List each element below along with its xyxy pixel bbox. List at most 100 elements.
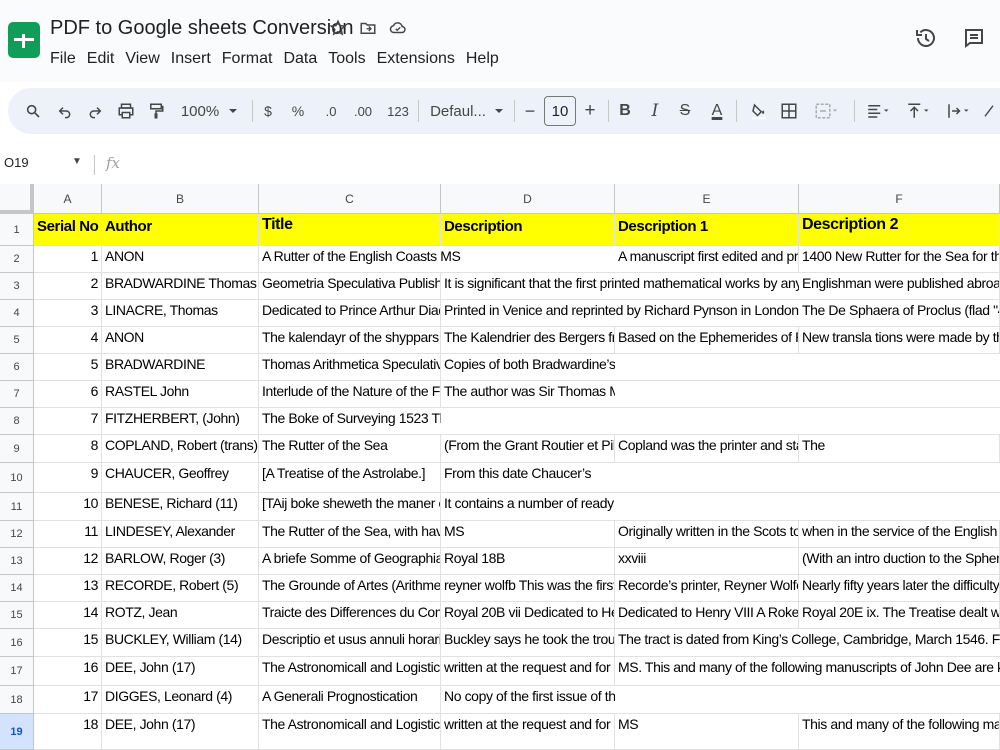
column-header-a[interactable]: A	[34, 184, 102, 214]
cell-b12[interactable]: LINDESEY, Alexander	[102, 521, 259, 548]
cell-d16[interactable]: Buckley says he took the troul	[441, 629, 615, 657]
cell-b11[interactable]: BENESE, Richard (11)	[102, 493, 259, 521]
spreadsheet-grid[interactable]: ABCDEF 1 Serial No Author Title Description D…	[0, 184, 1000, 750]
history-icon[interactable]	[912, 24, 940, 52]
cell-f5[interactable]: New transla tions were made by th	[799, 327, 1000, 354]
italic-button[interactable]: I	[646, 88, 664, 134]
row-header[interactable]: 15	[0, 602, 34, 629]
cell-e7[interactable]	[615, 381, 1000, 408]
cell-b19[interactable]: DEE, John (17)	[102, 714, 259, 750]
cell-a1[interactable]: Serial No	[34, 214, 102, 246]
cell-b15[interactable]: ROTZ, Jean	[102, 602, 259, 629]
cell-c6[interactable]: Thomas Arithmetica Speculativ	[259, 354, 441, 381]
star-icon[interactable]	[326, 16, 350, 40]
select-all-corner[interactable]	[0, 184, 34, 214]
name-box-dropdown-icon[interactable]: ▼	[72, 156, 82, 167]
decrease-font-size-button[interactable]: −	[520, 88, 540, 134]
cell-a8[interactable]: 7	[34, 408, 102, 435]
menu-edit[interactable]: Edit	[87, 50, 122, 68]
fill-color-icon[interactable]	[748, 88, 770, 134]
menu-view[interactable]: View	[125, 50, 166, 68]
menu-data[interactable]: Data	[283, 50, 324, 68]
column-header-f[interactable]: F	[799, 184, 1000, 214]
cell-f1[interactable]: Description 2	[799, 214, 1000, 246]
cell-a14[interactable]: 13	[34, 575, 102, 602]
zoom-dropdown-icon[interactable]	[226, 88, 240, 134]
cell-a6[interactable]: 5	[34, 354, 102, 381]
cell-d5[interactable]: The Kalendrier des Bergers fr	[441, 327, 615, 354]
cell-b3[interactable]: BRADWARDINE Thomas	[102, 273, 259, 300]
search-icon[interactable]	[22, 88, 44, 134]
cell-f15[interactable]: Royal 20E ix. The Treatise dealt wi	[799, 602, 1000, 629]
row-header[interactable]: 2	[0, 246, 34, 273]
currency-format-button[interactable]: $	[260, 88, 276, 134]
cell-b14[interactable]: RECORDE, Robert (5)	[102, 575, 259, 602]
cell-d4[interactable]: Printed in Venice and reprinted by Richa…	[441, 300, 799, 327]
cell-e17[interactable]: MS. This and many of the following manus…	[615, 657, 1000, 686]
cell-c16[interactable]: Descriptio et usus annuli horarii	[259, 629, 441, 657]
text-rotation-icon[interactable]	[978, 88, 1000, 134]
cell-f9[interactable]: The	[799, 435, 1000, 463]
row-header[interactable]: 19	[0, 714, 34, 750]
name-box[interactable]: O19	[4, 155, 29, 170]
cell-b16[interactable]: BUCKLEY, William (14)	[102, 629, 259, 657]
cell-d9[interactable]: (From the Grant Routier et Pil	[441, 435, 615, 463]
cell-a11[interactable]: 10	[34, 493, 102, 521]
cell-a2[interactable]: 1	[34, 246, 102, 273]
cell-c13[interactable]: A briefe Somme of Geographia.	[259, 548, 441, 575]
column-header-c[interactable]: C	[259, 184, 441, 214]
zoom-select[interactable]: 100%	[178, 88, 222, 134]
paint-format-icon[interactable]	[144, 88, 168, 134]
font-select[interactable]: Defaul...	[426, 88, 490, 134]
row-header[interactable]: 13	[0, 548, 34, 575]
cell-e18[interactable]	[615, 686, 1000, 714]
cell-c14[interactable]: The Grounde of Artes (Arithmet	[259, 575, 441, 602]
cell-c11[interactable]: [TAij boke sheweth the maner o	[259, 493, 441, 521]
percent-format-button[interactable]: %	[290, 88, 306, 134]
cell-b6[interactable]: BRADWARDINE	[102, 354, 259, 381]
cell-e8[interactable]	[615, 408, 1000, 435]
cloud-status-icon[interactable]	[386, 16, 410, 40]
cell-b18[interactable]: DIGGES, Leonard (4)	[102, 686, 259, 714]
cell-c17[interactable]: The Astronomicall and Logistica	[259, 657, 441, 686]
document-title[interactable]: PDF to Google sheets Conversion	[50, 17, 354, 40]
row-header[interactable]: 9	[0, 435, 34, 463]
cell-f14[interactable]: Nearly fifty years later the difficulty	[799, 575, 1000, 602]
redo-icon[interactable]	[84, 88, 106, 134]
cell-a4[interactable]: 3	[34, 300, 102, 327]
column-header-b[interactable]: B	[102, 184, 259, 214]
cell-f12[interactable]: when in the service of the English L	[799, 521, 1000, 548]
cell-c2[interactable]: A Rutter of the English Coasts MS	[259, 246, 615, 273]
cell-a9[interactable]: 8	[34, 435, 102, 463]
menu-help[interactable]: Help	[466, 50, 506, 68]
cell-c10[interactable]: [A Treatise of the Astrolabe.]	[259, 463, 441, 493]
cell-e13[interactable]: xxviii	[615, 548, 799, 575]
cell-b2[interactable]: ANON	[102, 246, 259, 273]
cell-e5[interactable]: Based on the Ephemerides of R	[615, 327, 799, 354]
cell-d1[interactable]: Description	[441, 214, 615, 246]
cell-d12[interactable]: MS	[441, 521, 615, 548]
vertical-align-icon[interactable]	[900, 88, 936, 134]
undo-icon[interactable]	[54, 88, 76, 134]
row-header[interactable]: 17	[0, 657, 34, 686]
cell-c5[interactable]: The kalendayr of the shyppars	[259, 327, 441, 354]
cell-b13[interactable]: BARLOW, Roger (3)	[102, 548, 259, 575]
cell-d3[interactable]: It is significant that the first printed…	[441, 273, 799, 300]
cell-f2[interactable]: 1400 New Rutter for the Sea for the	[799, 246, 1000, 273]
cell-f13[interactable]: (With an intro duction to the Spher	[799, 548, 1000, 575]
cell-b9[interactable]: COPLAND, Robert (trans)	[102, 435, 259, 463]
cell-a17[interactable]: 16	[34, 657, 102, 686]
sheets-logo-icon[interactable]	[8, 22, 40, 58]
cell-f19[interactable]: This and many of the following ma	[799, 714, 1000, 750]
cell-a15[interactable]: 14	[34, 602, 102, 629]
cell-a7[interactable]: 6	[34, 381, 102, 408]
cell-a18[interactable]: 17	[34, 686, 102, 714]
cell-e19[interactable]: MS	[615, 714, 799, 750]
cell-b8[interactable]: FITZHERBERT, (John)	[102, 408, 259, 435]
font-size-input[interactable]: 10	[544, 96, 576, 126]
cell-a16[interactable]: 15	[34, 629, 102, 657]
row-header[interactable]: 10	[0, 463, 34, 493]
menu-file[interactable]: File	[50, 50, 83, 68]
bold-button[interactable]: B	[616, 88, 634, 134]
text-wrapping-icon[interactable]	[940, 88, 976, 134]
